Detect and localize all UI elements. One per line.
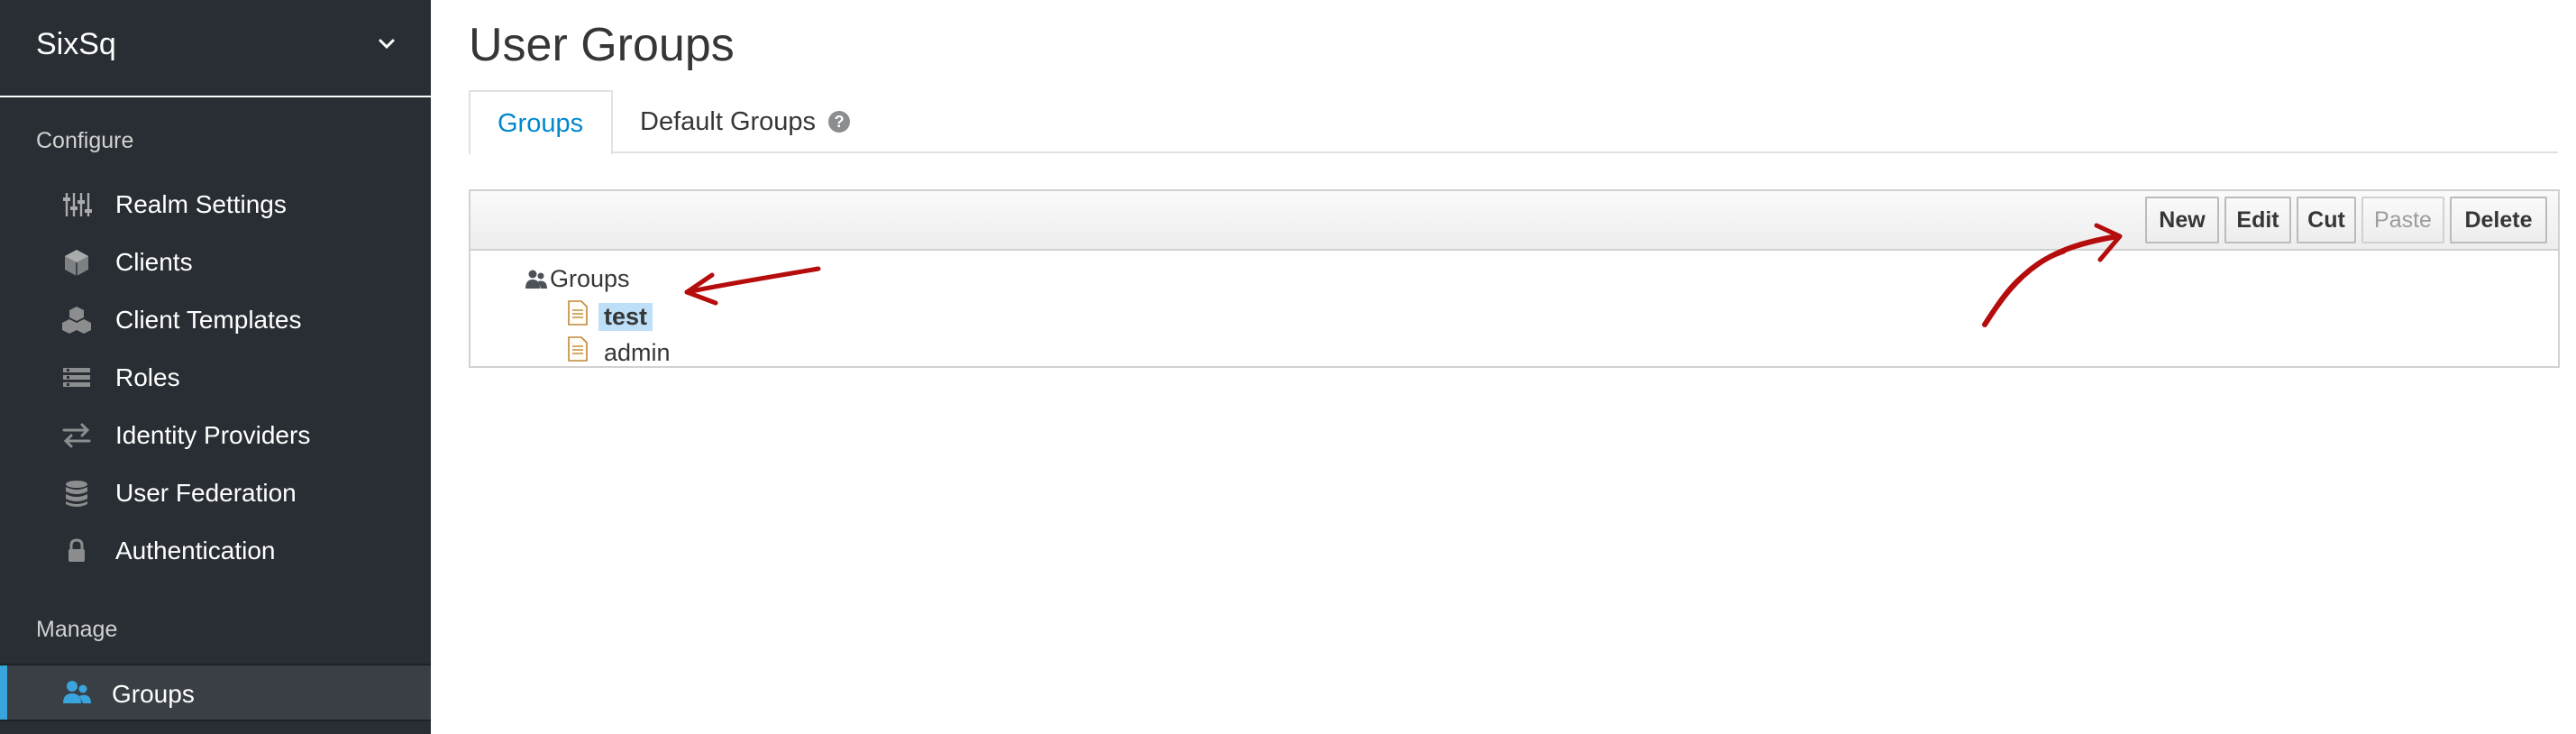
page-title: User Groups: [469, 19, 735, 71]
cut-button[interactable]: Cut: [2297, 197, 2356, 243]
sidebar-item-label: Clients: [115, 248, 193, 276]
users-icon: [525, 270, 547, 289]
sidebar-item-clients[interactable]: Clients: [0, 234, 431, 289]
sidebar-item-roles[interactable]: Roles: [0, 350, 431, 404]
database-icon: [66, 481, 87, 507]
paste-button: Paste: [2361, 197, 2444, 243]
tree-node-label: admin: [604, 339, 671, 366]
manage-section-title: Manage: [36, 617, 118, 642]
users-icon: [63, 681, 91, 703]
tab-label: Default Groups: [640, 107, 817, 136]
sidebar-item-groups[interactable]: Groups: [0, 664, 431, 721]
chevron-down-icon: [379, 39, 395, 50]
tab-bar: Groups Default Groups ?: [469, 90, 2558, 155]
sidebar-item-label: User Federation: [115, 479, 297, 507]
sidebar-item-label: Groups: [112, 680, 195, 708]
tree-node-label: Groups: [550, 265, 630, 292]
configure-section-title: Configure: [36, 128, 134, 153]
sidebar-item-user-federation[interactable]: User Federation: [0, 465, 431, 519]
sidebar-item-label: Realm Settings: [115, 190, 287, 218]
sidebar-item-client-templates[interactable]: Client Templates: [0, 292, 431, 346]
sidebar-item-authentication[interactable]: Authentication: [0, 523, 431, 577]
realm-selector[interactable]: SixSq: [0, 0, 431, 97]
cubes-icon: [62, 307, 91, 334]
tree-node-label: test: [598, 303, 653, 331]
new-button[interactable]: New: [2145, 197, 2219, 243]
file-icon: [568, 336, 588, 362]
delete-button[interactable]: Delete: [2450, 197, 2547, 243]
tree-toolbar: New Edit Cut Paste Delete: [470, 191, 2558, 251]
active-indicator: [0, 665, 7, 720]
realm-name: SixSq: [36, 27, 116, 61]
lock-icon: [69, 538, 85, 562]
sidebar-item-label: Roles: [115, 363, 180, 391]
tab-default-groups[interactable]: Default Groups ?: [613, 90, 877, 155]
sidebar-item-label: Authentication: [115, 537, 276, 564]
app: SixSq Configure Realm Settings Clients C…: [0, 0, 2576, 734]
cube-icon: [65, 250, 88, 276]
sliders-icon: [63, 193, 92, 216]
edit-button[interactable]: Edit: [2224, 197, 2291, 243]
sidebar-item-label: Identity Providers: [115, 421, 311, 449]
list-icon: [63, 368, 90, 387]
group-tree: Groups test admin: [470, 252, 2558, 368]
groups-panel: New Edit Cut Paste Delete Groups test ad…: [469, 189, 2560, 368]
sidebar-item-realm-settings[interactable]: Realm Settings: [0, 177, 431, 231]
sidebar-item-label: Client Templates: [115, 306, 302, 334]
file-icon: [568, 300, 588, 326]
tab-groups[interactable]: Groups: [469, 90, 613, 155]
sidebar-item-identity-providers[interactable]: Identity Providers: [0, 408, 431, 462]
help-icon[interactable]: ?: [828, 111, 851, 133]
exchange-icon: [62, 423, 91, 448]
sidebar: SixSq Configure Realm Settings Clients C…: [0, 0, 431, 734]
tab-label: Groups: [498, 109, 584, 138]
